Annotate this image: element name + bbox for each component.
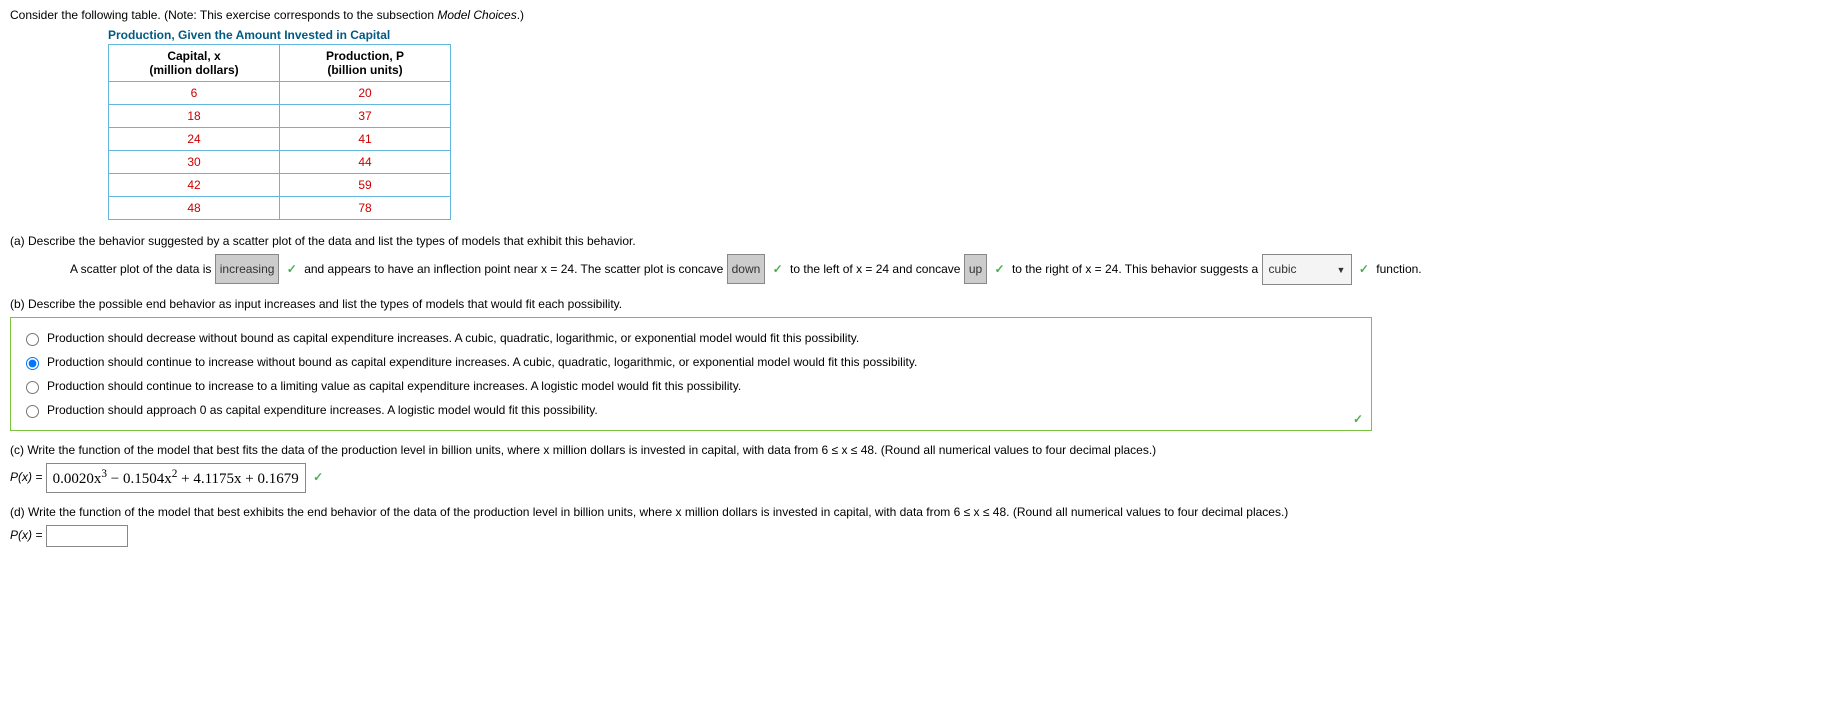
intro-italic: Model Choices <box>437 8 516 22</box>
answer-concave-left[interactable]: down <box>727 254 766 284</box>
option-1[interactable]: Production should continue to increase w… <box>21 350 1361 374</box>
option-2[interactable]: Production should continue to increase t… <box>21 374 1361 398</box>
check-icon: ✓ <box>287 262 297 276</box>
col-header-production: Production, P (billion units) <box>280 45 451 82</box>
table-row: 4878 <box>109 197 451 220</box>
option-0[interactable]: Production should decrease without bound… <box>21 326 1361 350</box>
table-row: 1837 <box>109 105 451 128</box>
part-d-prompt: (d) Write the function of the model that… <box>10 505 1823 519</box>
part-d-equation: P(x) = <box>10 525 1823 547</box>
part-b-options: Production should decrease without bound… <box>10 317 1372 431</box>
table-row: 4259 <box>109 174 451 197</box>
part-b-prompt: (b) Describe the possible end behavior a… <box>10 297 1823 311</box>
part-a-prompt: (a) Describe the behavior suggested by a… <box>10 234 1823 248</box>
check-icon: ✓ <box>313 470 323 484</box>
radio-2[interactable] <box>26 381 39 394</box>
production-table: Capital, x (million dollars) Production,… <box>108 44 451 220</box>
check-icon: ✓ <box>1353 412 1363 426</box>
col-header-capital: Capital, x (million dollars) <box>109 45 280 82</box>
table-row: 3044 <box>109 151 451 174</box>
px-label: P(x) = <box>10 528 46 542</box>
answer-increasing[interactable]: increasing <box>215 254 280 284</box>
model-type-select[interactable]: cubic▼ <box>1262 254 1352 285</box>
part-c-equation: P(x) = 0.0020x3 − 0.1504x2 + 4.1175x + 0… <box>10 463 1823 493</box>
part-c-prompt: (c) Write the function of the model that… <box>10 443 1823 457</box>
radio-3[interactable] <box>26 405 39 418</box>
intro-before: Consider the following table. (Note: Thi… <box>10 8 437 22</box>
table-row: 620 <box>109 82 451 105</box>
radio-1[interactable] <box>26 357 39 370</box>
check-icon: ✓ <box>773 262 783 276</box>
intro-after: .) <box>517 8 524 22</box>
chevron-down-icon: ▼ <box>1337 257 1346 283</box>
part-c-answer-input[interactable]: 0.0020x3 − 0.1504x2 + 4.1175x + 0.1679 <box>46 463 306 493</box>
part-d-answer-input[interactable] <box>46 525 128 547</box>
check-icon: ✓ <box>995 262 1005 276</box>
part-a-sentence: A scatter plot of the data is increasing… <box>70 254 1823 285</box>
table-title: Production, Given the Amount Invested in… <box>108 28 1823 42</box>
radio-0[interactable] <box>26 333 39 346</box>
px-label: P(x) = <box>10 470 46 484</box>
answer-concave-right[interactable]: up <box>964 254 987 284</box>
check-icon: ✓ <box>1359 262 1369 276</box>
option-3[interactable]: Production should approach 0 as capital … <box>21 398 1361 422</box>
table-row: 2441 <box>109 128 451 151</box>
intro-text: Consider the following table. (Note: Thi… <box>10 8 1823 22</box>
